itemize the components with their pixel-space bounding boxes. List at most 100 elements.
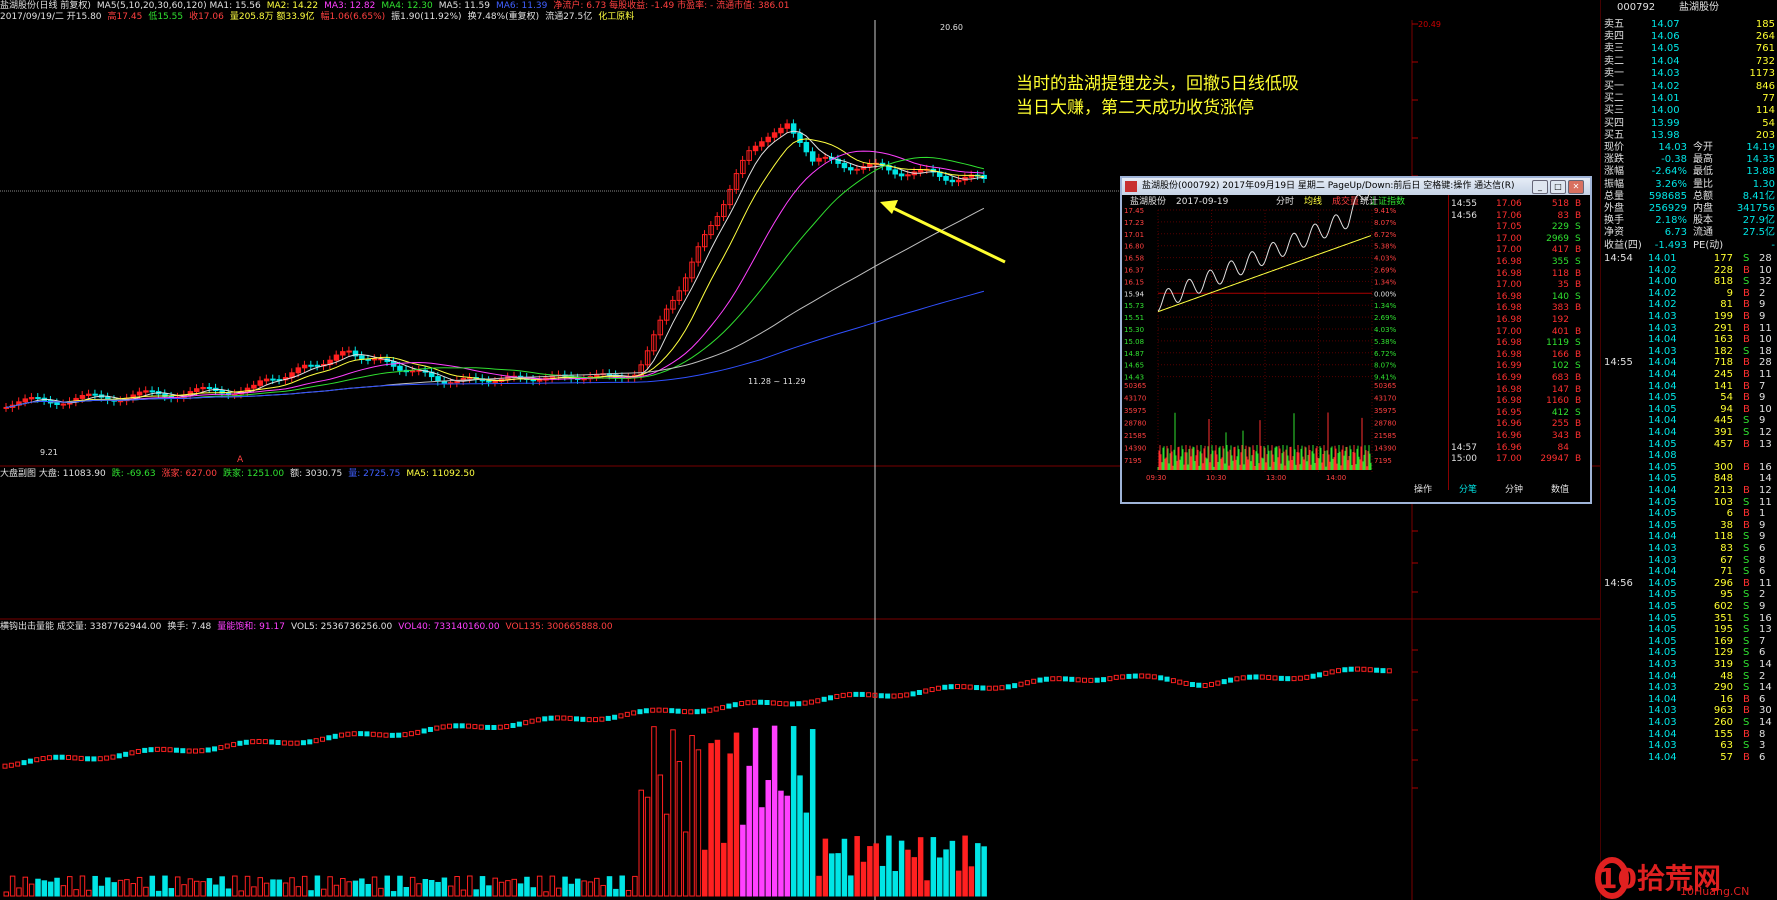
index-candle	[224, 743, 230, 749]
popup-vol-axis: 43170	[1124, 395, 1146, 403]
volume-bar	[232, 875, 238, 897]
index-candle	[72, 755, 78, 761]
stat-label: 最低	[1693, 166, 1713, 178]
header-field: VOL135: 300665888.00	[505, 622, 613, 632]
index-candle	[269, 739, 275, 745]
volume-bar	[848, 875, 854, 897]
ask-price: 14.03	[1651, 67, 1680, 79]
ask-price: 14.06	[1651, 31, 1680, 43]
volume-bar	[117, 879, 124, 897]
candle-body	[257, 380, 263, 386]
ask-label: 卖五	[1604, 19, 1624, 30]
popup-price-axis: 16.58	[1124, 255, 1144, 263]
header-field: 换手: 7.48	[167, 622, 212, 632]
index-candle	[8, 762, 14, 768]
volume-bar	[143, 886, 149, 897]
index-candle	[351, 731, 357, 737]
index-candle	[15, 761, 21, 767]
popup-time-axis: 13:00	[1266, 474, 1286, 482]
volume-bar	[105, 877, 111, 897]
ask-price: 14.05	[1651, 43, 1680, 55]
volume-bar	[416, 883, 422, 897]
volume-bar	[194, 880, 200, 897]
popup-pct-axis: 8.07%	[1374, 362, 1397, 370]
volume-bar	[555, 887, 562, 897]
index-candle	[504, 724, 510, 730]
tick-price: 14.04	[1648, 751, 1677, 763]
index-candle	[618, 713, 624, 719]
candle-body	[765, 136, 771, 143]
index-candle	[1120, 674, 1126, 680]
volume-bar	[962, 835, 968, 897]
stat-value: -0.38	[1661, 154, 1687, 166]
index-candle	[180, 748, 186, 754]
index-candle	[529, 718, 535, 724]
index-candle	[1196, 682, 1202, 688]
volume-bar	[594, 877, 600, 897]
popup-pct-axis: 8.07%	[1374, 219, 1397, 227]
index-candle	[1062, 676, 1068, 682]
stat-label: 最高	[1693, 154, 1713, 166]
tab-ticks[interactable]: 分笔	[1459, 485, 1477, 496]
popup-op-label[interactable]: 操作	[1414, 485, 1432, 496]
volume-bar	[460, 889, 467, 897]
quote-side-panel: 000792 盐湖股份 卖五 14.07 185 卖四 14.06 264 卖三 14.05 7…	[1600, 0, 1777, 900]
candle-body	[784, 123, 791, 129]
index-candle	[1170, 678, 1176, 684]
popup-pct-axis: 5.38%	[1374, 338, 1397, 346]
volume-bar	[517, 883, 524, 897]
index-candle	[1189, 682, 1195, 688]
ask-row: 卖三 14.05 761	[1601, 42, 1777, 55]
index-candle	[434, 725, 440, 731]
index-candle	[929, 687, 935, 693]
bid-label: 买三	[1604, 105, 1624, 117]
popup-vol-axis: 35975	[1374, 407, 1396, 415]
header-field: 量能饱和: 91.17	[217, 622, 285, 632]
index-candle	[713, 706, 719, 712]
index-candle	[21, 760, 27, 766]
stat-value: 3.26%	[1655, 178, 1687, 190]
volume-bar	[22, 876, 29, 897]
tab-values[interactable]: 数值	[1551, 485, 1569, 496]
index-candle	[542, 716, 548, 722]
index-candle	[91, 756, 97, 762]
index-candle	[1310, 673, 1316, 679]
index-candle	[923, 688, 929, 694]
index-candle	[1183, 680, 1189, 686]
index-candle	[1145, 673, 1151, 679]
candle-body	[136, 391, 143, 396]
volume-bar	[428, 879, 435, 897]
header-field: VOL40: 733140160.00	[398, 622, 500, 632]
intraday-popup-window[interactable]: 盐湖股份(000792) 2017年09月19日 星期二 PageUp/Down…	[1120, 176, 1592, 504]
index-candle	[364, 731, 370, 737]
index-candle	[1259, 674, 1265, 680]
index-candle	[993, 685, 999, 691]
ma-line-4	[5, 156, 985, 408]
volume-bar	[549, 875, 556, 897]
candle-body	[60, 403, 67, 406]
bid-row: 买二 14.01 77	[1601, 92, 1777, 105]
volume-bar	[886, 835, 892, 897]
index-candle	[1012, 683, 1018, 689]
popup-pct-axis: 4.03%	[1374, 255, 1397, 263]
volume-bar	[181, 884, 187, 897]
stat-label: 股本	[1693, 215, 1713, 227]
volume-bar	[670, 729, 676, 897]
volume-bar	[733, 732, 740, 897]
candle-body	[86, 393, 92, 397]
popup-price-axis: 17.01	[1124, 231, 1144, 239]
index-candle	[1266, 674, 1272, 680]
volume-bar	[251, 886, 257, 897]
index-candle	[154, 746, 160, 752]
volume-bar	[581, 880, 587, 897]
candle-body	[206, 386, 213, 389]
stat-value: 598685	[1648, 190, 1687, 202]
ask-price: 14.04	[1651, 55, 1680, 67]
volume-bar	[16, 887, 22, 897]
index-candle	[732, 702, 738, 708]
volume-bar	[575, 878, 581, 897]
index-candle	[370, 731, 376, 737]
volume-bar	[155, 890, 162, 897]
tab-minutes[interactable]: 分钟	[1505, 485, 1523, 496]
bid-volume: 203	[1755, 129, 1775, 141]
